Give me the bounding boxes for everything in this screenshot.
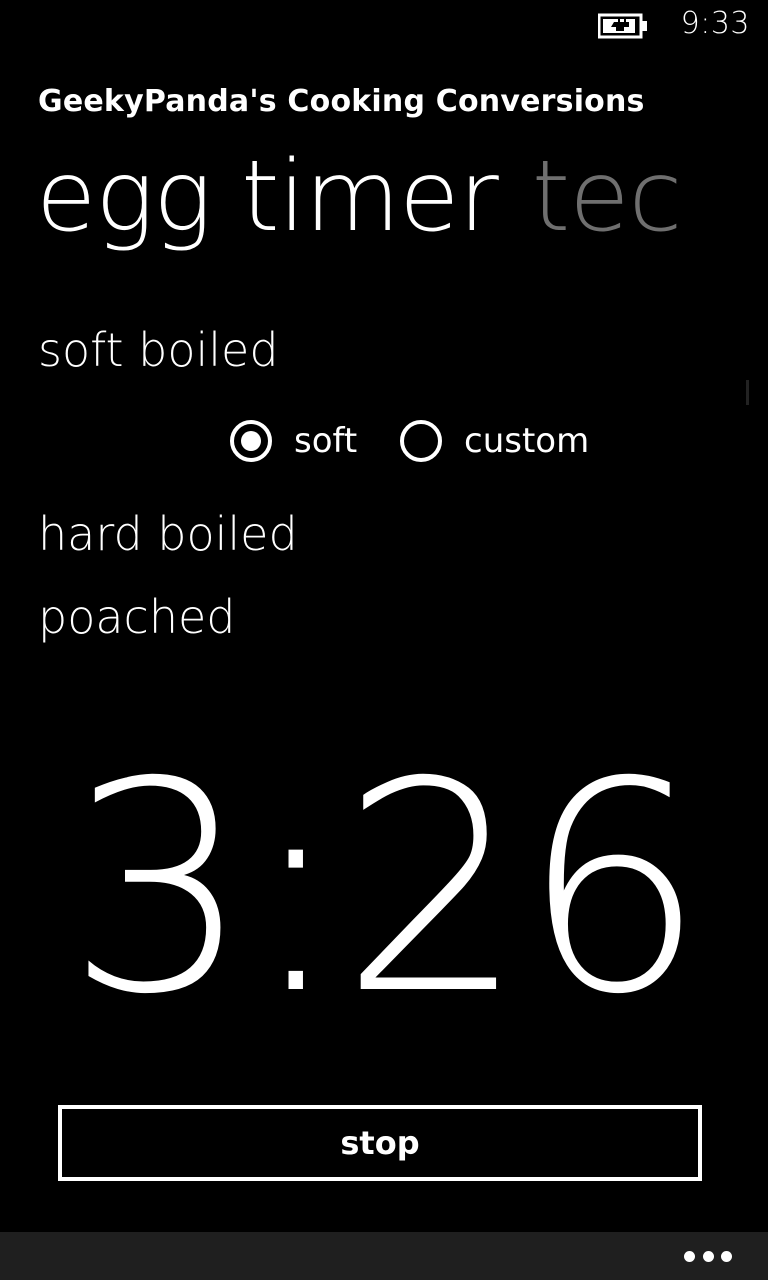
option-poached[interactable]: poached	[38, 590, 235, 644]
more-ellipsis-icon[interactable]	[684, 1246, 732, 1266]
radio-custom-label: custom	[464, 421, 590, 461]
radio-custom[interactable]: custom	[400, 413, 589, 469]
app-title: GeekyPanda's Cooking Conversions	[38, 84, 645, 119]
option-soft-boiled[interactable]: soft boiled	[38, 323, 279, 377]
radio-unchecked-icon	[400, 420, 442, 462]
pivot-item-egg-timer[interactable]: egg timer	[36, 140, 499, 254]
radio-checked-icon	[230, 420, 272, 462]
status-bar: 9:33	[0, 0, 768, 50]
pivot-header[interactable]: egg timer tec	[36, 140, 716, 270]
battery-charging-icon	[598, 13, 647, 39]
radio-soft[interactable]: soft	[230, 413, 357, 469]
stop-button[interactable]: stop	[58, 1105, 702, 1181]
soft-boiled-radio-group: soft custom	[230, 413, 630, 473]
option-hard-boiled[interactable]: hard boiled	[38, 507, 298, 561]
timer-display: 3:26	[66, 721, 705, 1058]
scroll-indicator	[746, 380, 749, 405]
app-bar	[0, 1232, 768, 1280]
status-time: 9:33	[680, 6, 750, 41]
pivot-item-next[interactable]: tec	[532, 140, 683, 254]
radio-soft-label: soft	[294, 421, 358, 461]
